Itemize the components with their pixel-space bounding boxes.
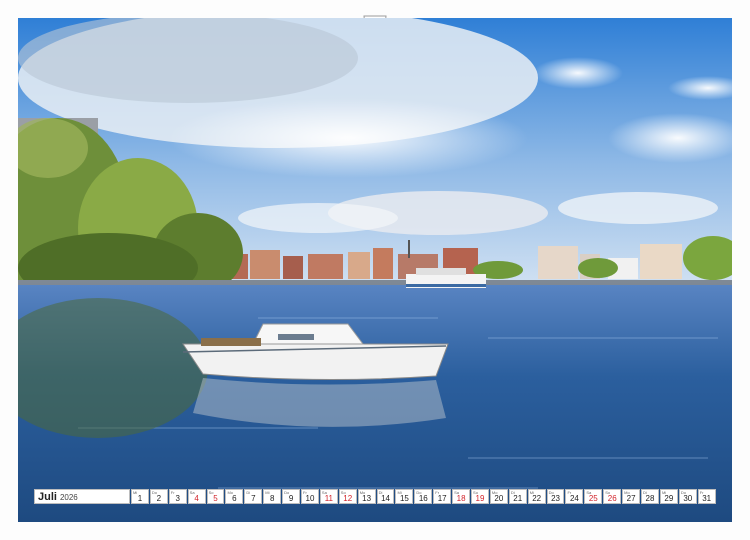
day-number: 20 (494, 494, 504, 503)
day-number: 31 (702, 494, 712, 503)
day-cell: So 12 (338, 489, 357, 504)
day-number: 3 (175, 494, 180, 503)
day-cell: Mi 8 (263, 489, 282, 504)
day-number: 4 (194, 494, 199, 503)
day-cell: Do 2 (149, 489, 168, 504)
day-cell: Di 28 (641, 489, 659, 504)
day-cell: Fr 17 (433, 489, 452, 504)
day-cell: Di 14 (376, 489, 395, 504)
day-number: 9 (288, 494, 294, 503)
day-number: 7 (251, 494, 256, 503)
day-number: 21 (513, 494, 523, 503)
calendar-strip: Juli 2026 Mi 1 Do 2 Fr 3 Sa 4 So 5 Mo 6 Di 7 Mi 8 Do 9 Fr 1… (34, 488, 716, 505)
day-number: 19 (475, 494, 485, 503)
day-number: 10 (305, 494, 315, 503)
month-name: Juli (38, 491, 57, 503)
day-cell: Fr 31 (697, 489, 716, 504)
day-cell: So 26 (603, 489, 622, 504)
day-number: 6 (232, 494, 237, 503)
day-cell: Do 30 (678, 489, 697, 504)
day-number: 14 (381, 494, 390, 503)
day-cell: So 5 (206, 489, 225, 504)
day-cells: Mi 1 Do 2 Fr 3 Sa 4 So 5 Mo 6 Di 7 Mi 8 Do 9 Fr 10 Sa 11 So 12 M… (131, 489, 716, 504)
day-number: 8 (269, 494, 275, 503)
day-cell: Do 9 (282, 489, 301, 504)
day-number: 16 (418, 494, 428, 503)
day-number: 25 (588, 494, 598, 503)
day-number: 1 (137, 494, 143, 503)
calendar-photo (18, 18, 732, 522)
day-cell: Mo 13 (357, 489, 376, 504)
day-number: 15 (399, 494, 409, 503)
day-cell: Sa 11 (319, 489, 338, 504)
day-number: 30 (683, 494, 693, 503)
day-cell: Fr 3 (168, 489, 187, 504)
day-cell: Mo 6 (225, 489, 244, 504)
day-number: 29 (664, 494, 674, 503)
day-number: 17 (437, 494, 447, 503)
day-cell: Do 16 (414, 489, 433, 504)
day-number: 5 (213, 494, 218, 503)
day-cell: Sa 4 (187, 489, 206, 504)
day-cell: Di 7 (244, 489, 263, 504)
day-cell: Sa 18 (452, 489, 471, 504)
day-number: 18 (456, 494, 466, 503)
day-number: 28 (645, 494, 655, 503)
day-cell: Mi 22 (527, 489, 546, 504)
day-number: 11 (324, 494, 333, 503)
day-number: 24 (569, 494, 579, 503)
far-shore-line (18, 280, 732, 285)
day-number: 13 (362, 494, 372, 503)
day-cell: Mo 27 (622, 489, 641, 504)
calendar-page: Juli 2026 Mi 1 Do 2 Fr 3 Sa 4 So 5 Mo 6 Di 7 Mi 8 Do 9 Fr 1… (0, 0, 750, 540)
day-number: 2 (156, 494, 162, 503)
year-label: 2026 (59, 493, 78, 502)
day-number: 26 (607, 494, 617, 503)
day-cell: Sa 25 (584, 489, 603, 504)
day-number: 12 (343, 494, 353, 503)
day-cell: Mi 15 (395, 489, 414, 504)
day-cell: Fr 24 (565, 489, 584, 504)
day-number: 23 (551, 494, 560, 503)
day-number: 22 (532, 494, 542, 503)
day-cell: Do 23 (546, 489, 565, 504)
day-cell: Di 21 (508, 489, 527, 504)
day-cell: Fr 10 (301, 489, 319, 504)
month-label-box: Juli 2026 (34, 489, 130, 504)
day-cell: Mi 1 (131, 489, 149, 504)
day-cell: So 19 (471, 489, 489, 504)
day-cell: Mo 20 (489, 489, 508, 504)
day-cell: Mi 29 (659, 489, 678, 504)
day-number: 27 (626, 494, 636, 503)
